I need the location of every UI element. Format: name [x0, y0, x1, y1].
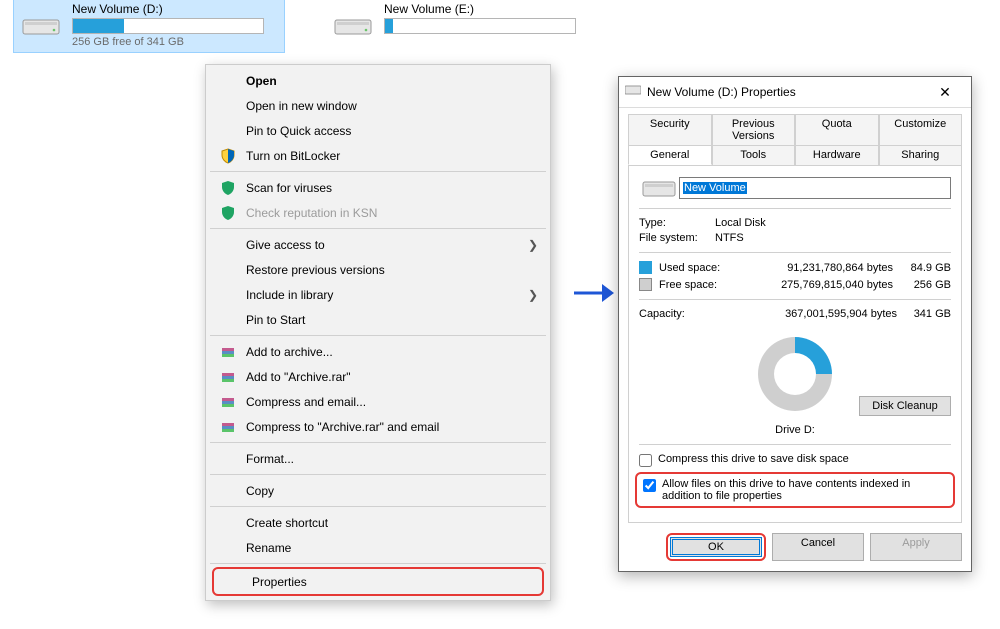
- capacity-bar: [72, 18, 264, 34]
- shield-icon: [218, 146, 238, 166]
- window-title: New Volume (D:) Properties: [647, 85, 925, 99]
- tab-general[interactable]: General: [628, 145, 712, 165]
- tab-customize[interactable]: Customize: [879, 114, 963, 145]
- free-label: Free space:: [659, 279, 737, 291]
- drive-tile-d[interactable]: New Volume (D:) 256 GB free of 341 GB: [14, 0, 284, 52]
- tab-security[interactable]: Security: [628, 114, 712, 145]
- menu-add-archive[interactable]: Add to archive...: [208, 339, 548, 364]
- index-checkbox[interactable]: Allow files on this drive to have conten…: [643, 478, 947, 502]
- menu-pin-quick-access[interactable]: Pin to Quick access: [208, 118, 548, 143]
- tabs-row-1: Security Previous Versions Quota Customi…: [628, 114, 962, 145]
- disk-cleanup-button[interactable]: Disk Cleanup: [859, 396, 951, 416]
- volume-label-input[interactable]: New Volume: [679, 177, 951, 199]
- ok-button[interactable]: OK: [670, 537, 762, 557]
- kaspersky-shield-icon: [218, 178, 238, 198]
- titlebar[interactable]: New Volume (D:) Properties ✕: [619, 77, 971, 108]
- menu-open[interactable]: Open: [208, 68, 548, 93]
- menu-format[interactable]: Format...: [208, 446, 548, 471]
- winrar-icon: [218, 342, 238, 362]
- menu-give-access[interactable]: Give access to❯: [208, 232, 548, 257]
- index-label: Allow files on this drive to have conten…: [662, 478, 947, 502]
- chevron-right-icon: ❯: [528, 288, 538, 302]
- used-label: Used space:: [659, 262, 737, 274]
- tab-quota[interactable]: Quota: [795, 114, 879, 145]
- menu-open-new-window[interactable]: Open in new window: [208, 93, 548, 118]
- type-value: Local Disk: [715, 217, 766, 229]
- menu-pin-start[interactable]: Pin to Start: [208, 307, 548, 332]
- free-human: 256 GB: [897, 279, 951, 291]
- highlight-ok-button: OK: [666, 533, 766, 561]
- menu-create-shortcut[interactable]: Create shortcut: [208, 510, 548, 535]
- filesystem-value: NTFS: [715, 232, 744, 244]
- tab-sharing[interactable]: Sharing: [879, 145, 963, 165]
- filesystem-label: File system:: [639, 232, 715, 244]
- hdd-icon: [330, 2, 376, 48]
- winrar-icon: [218, 417, 238, 437]
- free-bytes: 275,769,815,040 bytes: [741, 279, 893, 291]
- menu-properties[interactable]: Properties: [212, 567, 544, 596]
- winrar-icon: [218, 367, 238, 387]
- compress-label: Compress this drive to save disk space: [658, 453, 849, 465]
- capacity-bytes: 367,001,595,904 bytes: [733, 308, 897, 320]
- menu-compress-email[interactable]: Compress and email...: [208, 389, 548, 414]
- compress-checkbox-input[interactable]: [639, 454, 652, 467]
- apply-button[interactable]: Apply: [870, 533, 962, 561]
- menu-rename[interactable]: Rename: [208, 535, 548, 560]
- drive-name: New Volume (E:): [384, 2, 592, 16]
- capacity-label: Capacity:: [639, 308, 733, 320]
- annotation-arrow-icon: [572, 280, 616, 309]
- capacity-human: 341 GB: [897, 308, 951, 320]
- menu-scan-viruses[interactable]: Scan for viruses: [208, 175, 548, 200]
- kaspersky-shield-icon: [218, 203, 238, 223]
- used-bytes: 91,231,780,864 bytes: [741, 262, 893, 274]
- menu-copy[interactable]: Copy: [208, 478, 548, 503]
- used-human: 84.9 GB: [897, 262, 951, 274]
- index-checkbox-input[interactable]: [643, 479, 656, 492]
- menu-check-ksn[interactable]: Check reputation in KSN: [208, 200, 548, 225]
- capacity-bar: [384, 18, 576, 34]
- volume-label-value: New Volume: [683, 182, 747, 194]
- menu-restore-previous[interactable]: Restore previous versions: [208, 257, 548, 282]
- type-label: Type:: [639, 217, 715, 229]
- winrar-icon: [218, 392, 238, 412]
- drive-free-text: 256 GB free of 341 GB: [72, 36, 280, 48]
- usage-donut-chart: [758, 337, 832, 411]
- drive-name: New Volume (D:): [72, 2, 280, 16]
- menu-add-archive-rar[interactable]: Add to "Archive.rar": [208, 364, 548, 389]
- hdd-icon: [625, 84, 641, 100]
- chevron-right-icon: ❯: [528, 238, 538, 252]
- hdd-icon: [18, 2, 64, 48]
- free-color-swatch: [639, 278, 652, 291]
- tabs-row-2: General Tools Hardware Sharing: [628, 145, 962, 165]
- cancel-button[interactable]: Cancel: [772, 533, 864, 561]
- menu-bitlocker[interactable]: Turn on BitLocker: [208, 143, 548, 168]
- tab-tools[interactable]: Tools: [712, 145, 796, 165]
- highlight-index-option: Allow files on this drive to have conten…: [635, 472, 955, 508]
- menu-compress-rar-email[interactable]: Compress to "Archive.rar" and email: [208, 414, 548, 439]
- drive-caption: Drive D:: [639, 424, 951, 436]
- used-color-swatch: [639, 261, 652, 274]
- properties-dialog: New Volume (D:) Properties ✕ Security Pr…: [618, 76, 972, 572]
- drive-tile-e[interactable]: New Volume (E:): [326, 0, 596, 52]
- tab-previous-versions[interactable]: Previous Versions: [712, 114, 796, 145]
- context-menu: Open Open in new window Pin to Quick acc…: [205, 64, 551, 601]
- compress-checkbox[interactable]: Compress this drive to save disk space: [639, 453, 951, 467]
- close-button[interactable]: ✕: [925, 77, 965, 107]
- tab-hardware[interactable]: Hardware: [795, 145, 879, 165]
- menu-include-library[interactable]: Include in library❯: [208, 282, 548, 307]
- hdd-icon: [639, 176, 679, 200]
